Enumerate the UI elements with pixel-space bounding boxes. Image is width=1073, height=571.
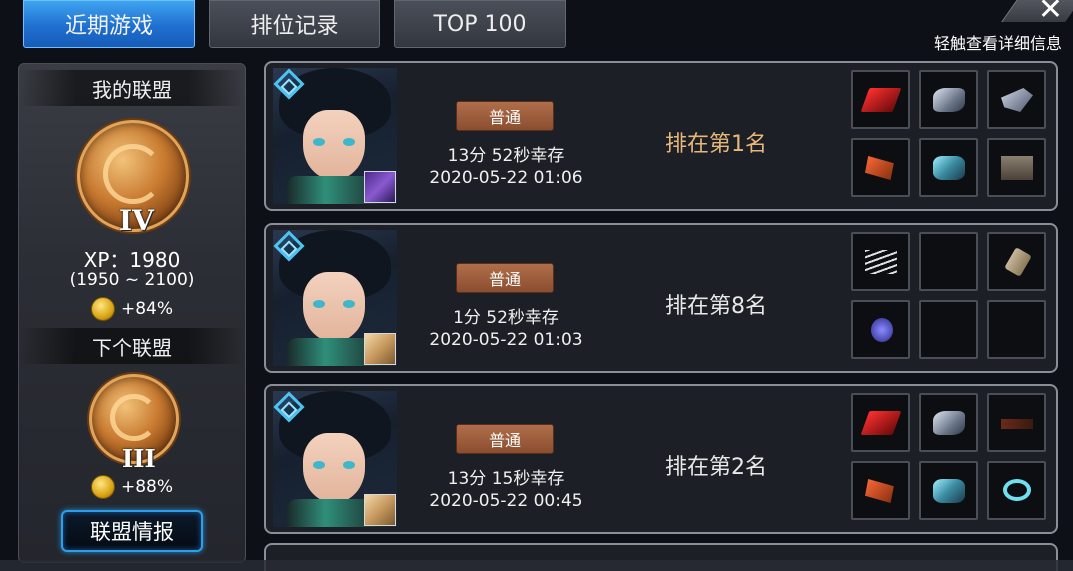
character-avatar xyxy=(273,68,397,204)
teal-gear-icon xyxy=(933,479,965,503)
survival-time: 13分 52秒幸存 xyxy=(447,146,565,166)
item-slot xyxy=(919,393,978,452)
game-date: 2020-05-22 01:06 xyxy=(429,168,583,188)
tap-hint: 轻触查看详细信息 xyxy=(933,34,1062,53)
placement: 排在第1名 xyxy=(665,132,767,157)
next-rank-numeral: III xyxy=(122,444,156,473)
item-slot xyxy=(987,232,1046,291)
crate-icon xyxy=(1001,156,1033,180)
character-avatar xyxy=(273,391,397,527)
red-blade-icon xyxy=(860,88,902,112)
coin-icon xyxy=(90,475,115,499)
item-slot xyxy=(987,70,1046,129)
xp-value: XP：1980 xyxy=(83,248,181,272)
character-skin-icon xyxy=(364,171,396,203)
gun-icon xyxy=(1001,88,1033,112)
xp-range: (1950 ~ 2100) xyxy=(69,270,195,290)
item-slot xyxy=(851,393,910,452)
item-slot-empty xyxy=(987,300,1046,359)
item-slot xyxy=(851,300,910,359)
item-slot xyxy=(987,393,1046,452)
item-slot-empty xyxy=(919,232,978,291)
game-date: 2020-05-22 01:03 xyxy=(429,330,583,350)
teal-gear-icon xyxy=(933,156,965,180)
steel-armor-icon xyxy=(933,411,965,435)
item-slot xyxy=(919,70,978,129)
placement: 排在第2名 xyxy=(665,455,767,480)
placement: 排在第8名 xyxy=(665,294,767,319)
mode-badge: 普通 xyxy=(456,263,554,293)
claw-icon xyxy=(865,156,894,180)
game-record-card[interactable]: 普通 1分 52秒幸存 2020-05-22 01:03 排在第8名 xyxy=(264,223,1058,373)
current-bonus-value: +84% xyxy=(120,299,174,319)
current-bonus: +84% xyxy=(19,297,245,321)
rifle-icon xyxy=(1001,419,1033,429)
league-info-button[interactable]: 联盟情报 xyxy=(61,510,203,552)
item-slot xyxy=(851,138,910,197)
league-panel: 我的联盟 IV XP：1980 (1950 ~ 2100) +84% 下个联盟 … xyxy=(18,63,246,563)
character-skin-icon xyxy=(364,333,396,365)
character-skin-icon xyxy=(364,494,396,526)
item-slot xyxy=(987,461,1046,520)
can-icon xyxy=(1004,247,1032,277)
bottom-bar xyxy=(0,560,1073,571)
survival-time: 1分 52秒幸存 xyxy=(453,308,559,328)
gem-icon xyxy=(871,318,893,342)
item-slot xyxy=(851,70,910,129)
item-slot xyxy=(919,138,978,197)
next-bonus: +88% xyxy=(19,475,245,499)
item-slot xyxy=(851,461,910,520)
claw-icon xyxy=(865,479,894,503)
tab-recent-games[interactable]: 近期游戏 xyxy=(23,0,195,48)
next-league-title: 下个联盟 xyxy=(19,328,245,364)
game-record-card[interactable]: 普通 13分 52秒幸存 2020-05-22 01:06 排在第1名 xyxy=(264,61,1058,211)
item-slot xyxy=(851,232,910,291)
blades-icon xyxy=(865,250,897,274)
my-league-title: 我的联盟 xyxy=(19,70,245,106)
tab-ranked-records[interactable]: 排位记录 xyxy=(209,0,380,48)
item-slot xyxy=(919,461,978,520)
ring-icon xyxy=(1003,479,1031,501)
steel-armor-icon xyxy=(933,88,965,112)
survival-time: 13分 15秒幸存 xyxy=(447,469,565,489)
next-bonus-value: +88% xyxy=(120,477,174,497)
game-record-card[interactable]: 普通 13分 15秒幸存 2020-05-22 00:45 排在第2名 xyxy=(264,384,1058,534)
item-slot-empty xyxy=(919,300,978,359)
red-blade-icon xyxy=(860,411,902,435)
character-avatar xyxy=(273,230,397,366)
tab-top-100[interactable]: TOP 100 xyxy=(394,0,566,48)
coin-icon xyxy=(90,297,115,321)
game-date: 2020-05-22 00:45 xyxy=(429,491,583,511)
item-slot xyxy=(987,138,1046,197)
close-icon[interactable]: ✕ xyxy=(1038,0,1063,27)
current-rank-numeral: IV xyxy=(119,204,154,237)
mode-badge: 普通 xyxy=(456,101,554,131)
mode-badge: 普通 xyxy=(456,424,554,454)
